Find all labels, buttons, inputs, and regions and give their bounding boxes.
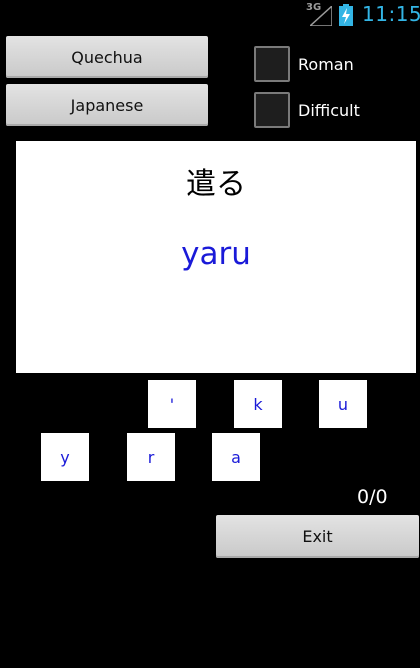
exit-button[interactable]: Exit	[216, 515, 419, 558]
clock: 11:15	[362, 2, 420, 26]
difficult-checkbox[interactable]	[254, 92, 290, 128]
roman-option[interactable]: Roman	[254, 46, 354, 82]
letter-tile[interactable]: y	[41, 433, 89, 481]
roman-label: Roman	[298, 54, 354, 74]
score-counter: 0/0	[357, 486, 388, 508]
card-romanization: yaru	[181, 236, 251, 272]
difficult-label: Difficult	[298, 100, 360, 120]
flash-card: 遣る yaru	[16, 141, 416, 373]
letter-tile[interactable]: a	[212, 433, 260, 481]
letter-tile[interactable]: r	[127, 433, 175, 481]
roman-checkbox[interactable]	[254, 46, 290, 82]
battery-charging-icon	[339, 4, 353, 26]
difficult-option[interactable]: Difficult	[254, 92, 360, 128]
signal-icon	[310, 6, 332, 26]
target-language-button[interactable]: Japanese	[6, 84, 208, 126]
letter-tile[interactable]: k	[234, 380, 282, 428]
source-language-button[interactable]: Quechua	[6, 36, 208, 78]
status-bar: 3G 11:15	[0, 0, 420, 28]
letter-tile[interactable]: u	[319, 380, 367, 428]
card-word: 遣る	[186, 167, 246, 202]
letter-tile[interactable]: '	[148, 380, 196, 428]
